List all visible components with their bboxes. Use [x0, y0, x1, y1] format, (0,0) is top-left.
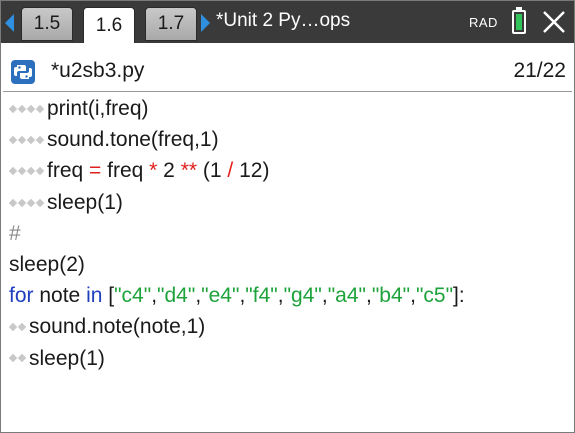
string-literal: "g4" — [283, 284, 322, 308]
top-bar: 1.5 1.6 1.7 *Unit 2 Py…ops RAD — [1, 1, 574, 43]
code-text: 12) — [233, 159, 270, 183]
file-header: *u2sb3.py 21/22 — [1, 56, 574, 88]
code-text: 2 — [157, 159, 181, 183]
code-text: sleep(2) — [9, 252, 85, 276]
code-text: note — [33, 284, 87, 308]
code-text: freq — [101, 159, 150, 183]
code-text: sleep(1) — [47, 190, 123, 214]
code-line[interactable]: for note in ["c4","d4","e4","f4","g4","a… — [9, 280, 574, 311]
angle-mode-indicator: RAD — [469, 15, 498, 30]
assign-operator: = — [89, 159, 102, 183]
indent-marker-icon — [8, 125, 45, 156]
comment-text: # — [9, 221, 21, 245]
document-title: *Unit 2 Py…ops — [216, 10, 351, 31]
code-text: ]: — [453, 284, 465, 308]
keyword-in: in — [86, 284, 103, 308]
code-text: sound.note(note,1) — [29, 315, 206, 339]
keyword-for: for — [9, 284, 34, 308]
indent-marker-icon — [8, 188, 45, 219]
code-line[interactable]: sound.tone(freq,1) — [8, 124, 574, 156]
tab-1-7[interactable]: 1.7 — [145, 7, 197, 41]
code-line[interactable]: sleep(1) — [8, 187, 574, 219]
indent-marker-icon — [8, 312, 27, 343]
tab-1-5[interactable]: 1.5 — [21, 7, 73, 41]
string-literal: "c5" — [415, 284, 454, 308]
string-literal: "c4" — [114, 284, 152, 308]
string-literal: "e4" — [201, 284, 240, 308]
calculator-screen: 1.5 1.6 1.7 *Unit 2 Py…ops RAD *u2sb3.py… — [0, 0, 575, 433]
code-line[interactable]: # — [9, 218, 574, 249]
file-name: *u2sb3.py — [51, 59, 145, 82]
indent-marker-icon — [8, 156, 45, 187]
code-line[interactable]: sleep(1) — [8, 343, 574, 374]
scroll-tabs-left-icon[interactable] — [5, 14, 14, 32]
indent-marker-icon — [8, 343, 27, 374]
string-literal: "f4" — [245, 284, 278, 308]
code-text: print(i,freq) — [47, 97, 149, 120]
code-editor[interactable]: print(i,freq) sound.tone(freq,1) freq = … — [8, 93, 574, 374]
header-divider — [3, 91, 572, 92]
indent-marker-icon — [8, 94, 45, 125]
code-text: (1 — [197, 159, 228, 183]
code-text: sleep(1) — [29, 346, 105, 370]
battery-level — [516, 14, 522, 30]
power-operator: ** — [180, 159, 198, 183]
code-line[interactable]: print(i,freq) — [8, 93, 574, 125]
tab-1-6[interactable]: 1.6 — [83, 7, 135, 43]
string-literal: "d4" — [157, 284, 196, 308]
code-line[interactable]: freq = freq * 2 ** (1 / 12) — [8, 155, 574, 187]
battery-icon — [512, 10, 526, 34]
code-line[interactable]: sound.note(note,1) — [8, 311, 574, 343]
code-text: [ — [102, 284, 115, 308]
code-text: freq — [47, 159, 90, 183]
close-icon[interactable] — [541, 9, 567, 35]
code-text: sound.tone(freq,1) — [47, 128, 219, 152]
page-count: 21/22 — [513, 59, 566, 82]
python-icon — [11, 60, 35, 84]
scroll-tabs-right-icon[interactable] — [201, 14, 210, 32]
code-line[interactable]: sleep(2) — [9, 249, 574, 280]
string-literal: "b4" — [371, 284, 411, 308]
string-literal: "a4" — [327, 284, 366, 308]
